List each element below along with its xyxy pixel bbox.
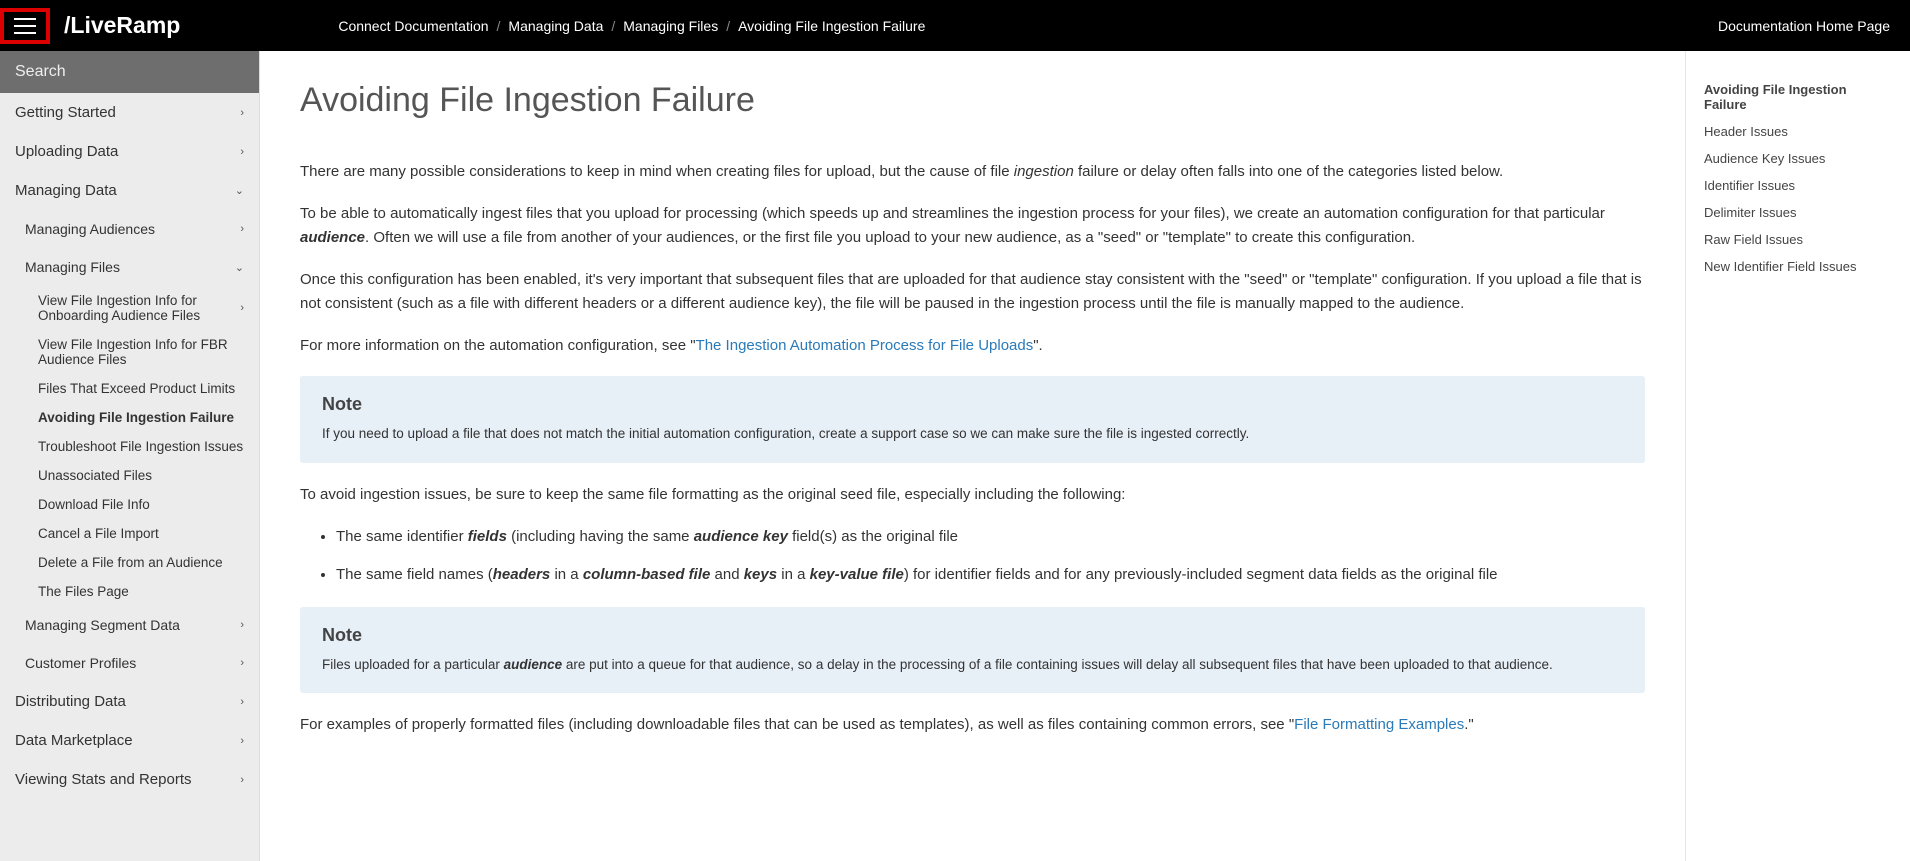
sidebar-item-label: View File Ingestion Info for Onboarding … bbox=[38, 293, 240, 323]
chevron-right-icon: › bbox=[240, 146, 244, 158]
main-content: Avoiding File Ingestion Failure There ar… bbox=[260, 51, 1685, 861]
sidebar: Search Getting Started›Uploading Data›Ma… bbox=[0, 51, 260, 861]
sidebar-item[interactable]: Viewing Stats and Reports › bbox=[0, 760, 259, 799]
sidebar-item-label: Troubleshoot File Ingestion Issues bbox=[38, 439, 243, 454]
sidebar-item[interactable]: Cancel a File Import bbox=[0, 519, 259, 548]
chevron-right-icon: › bbox=[240, 223, 244, 235]
page-title: Avoiding File Ingestion Failure bbox=[300, 81, 1645, 120]
sidebar-item[interactable]: Distributing Data › bbox=[0, 682, 259, 721]
chevron-down-icon: ⌄ bbox=[235, 261, 244, 274]
sidebar-item[interactable]: Unassociated Files bbox=[0, 461, 259, 490]
breadcrumb-sep: / bbox=[497, 18, 501, 34]
hamburger-menu-icon[interactable] bbox=[14, 18, 36, 34]
breadcrumb: Connect Documentation / Managing Data / … bbox=[338, 18, 925, 34]
sidebar-item-label: Avoiding File Ingestion Failure bbox=[38, 410, 234, 425]
sidebar-item-label: Unassociated Files bbox=[38, 468, 152, 483]
toc-item[interactable]: Avoiding File Ingestion Failure bbox=[1704, 76, 1882, 118]
toc-item[interactable]: Audience Key Issues bbox=[1704, 145, 1882, 172]
paragraph: For examples of properly formatted files… bbox=[300, 713, 1645, 737]
sidebar-item-label: The Files Page bbox=[38, 584, 129, 599]
sidebar-item[interactable]: Files That Exceed Product Limits bbox=[0, 374, 259, 403]
hamburger-highlight bbox=[0, 8, 50, 44]
sidebar-item[interactable]: Managing Audiences › bbox=[0, 210, 259, 248]
sidebar-item[interactable]: View File Ingestion Info for FBR Audienc… bbox=[0, 330, 259, 374]
breadcrumb-sep: / bbox=[726, 18, 730, 34]
inline-link[interactable]: File Formatting Examples bbox=[1294, 716, 1464, 733]
sidebar-item[interactable]: Managing Files ⌄ bbox=[0, 248, 259, 286]
sidebar-item-label: Cancel a File Import bbox=[38, 526, 159, 541]
note-title: Note bbox=[322, 625, 1623, 646]
sidebar-item[interactable]: The Files Page bbox=[0, 577, 259, 606]
sidebar-item-label: Getting Started bbox=[15, 104, 116, 121]
chevron-right-icon: › bbox=[240, 657, 244, 669]
note-body: If you need to upload a file that does n… bbox=[322, 423, 1623, 445]
toc-item[interactable]: New Identifier Field Issues bbox=[1704, 253, 1882, 280]
chevron-right-icon: › bbox=[240, 774, 244, 786]
sidebar-item-label: Uploading Data bbox=[15, 143, 118, 160]
breadcrumb-sep: / bbox=[611, 18, 615, 34]
toc-item[interactable]: Header Issues bbox=[1704, 118, 1882, 145]
top-header: /LiveRamp Connect Documentation / Managi… bbox=[0, 0, 1910, 51]
note-box: Note If you need to upload a file that d… bbox=[300, 376, 1645, 463]
sidebar-item-label: Delete a File from an Audience bbox=[38, 555, 223, 570]
sidebar-item[interactable]: Troubleshoot File Ingestion Issues bbox=[0, 432, 259, 461]
layout: Search Getting Started›Uploading Data›Ma… bbox=[0, 51, 1910, 861]
sidebar-item-label: Files That Exceed Product Limits bbox=[38, 381, 235, 396]
toc-item[interactable]: Delimiter Issues bbox=[1704, 199, 1882, 226]
paragraph: To avoid ingestion issues, be sure to ke… bbox=[300, 483, 1645, 507]
toc-item[interactable]: Raw Field Issues bbox=[1704, 226, 1882, 253]
breadcrumb-item[interactable]: Managing Files bbox=[623, 18, 718, 34]
chevron-right-icon: › bbox=[240, 107, 244, 119]
bullet-list: The same identifier fields (including ha… bbox=[300, 525, 1645, 587]
chevron-right-icon: › bbox=[240, 696, 244, 708]
sidebar-item-label: Customer Profiles bbox=[25, 655, 136, 671]
note-box: Note Files uploaded for a particular aud… bbox=[300, 607, 1645, 694]
sidebar-item[interactable]: Data Marketplace › bbox=[0, 721, 259, 760]
note-body: Files uploaded for a particular audience… bbox=[322, 654, 1623, 676]
breadcrumb-item[interactable]: Managing Data bbox=[508, 18, 603, 34]
breadcrumb-item[interactable]: Avoiding File Ingestion Failure bbox=[738, 18, 925, 34]
chevron-right-icon: › bbox=[240, 735, 244, 747]
sidebar-item[interactable]: Getting Started › bbox=[0, 93, 259, 132]
note-title: Note bbox=[322, 394, 1623, 415]
logo[interactable]: /LiveRamp bbox=[64, 12, 180, 39]
chevron-right-icon: › bbox=[240, 302, 244, 314]
chevron-right-icon: › bbox=[240, 619, 244, 631]
sidebar-item[interactable]: Uploading Data › bbox=[0, 132, 259, 171]
table-of-contents: Avoiding File Ingestion FailureHeader Is… bbox=[1685, 51, 1900, 861]
paragraph: For more information on the automation c… bbox=[300, 334, 1645, 358]
paragraph: Once this configuration has been enabled… bbox=[300, 268, 1645, 316]
sidebar-item-label: Viewing Stats and Reports bbox=[15, 771, 192, 788]
list-item: The same field names (headers in a colum… bbox=[336, 563, 1645, 587]
sidebar-item-label: View File Ingestion Info for FBR Audienc… bbox=[38, 337, 244, 367]
sidebar-item-label: Data Marketplace bbox=[15, 732, 133, 749]
sidebar-item[interactable]: Delete a File from an Audience bbox=[0, 548, 259, 577]
sidebar-item[interactable]: Customer Profiles › bbox=[0, 644, 259, 682]
sidebar-item[interactable]: Managing Segment Data › bbox=[0, 606, 259, 644]
breadcrumb-item[interactable]: Connect Documentation bbox=[338, 18, 488, 34]
toc-item[interactable]: Identifier Issues bbox=[1704, 172, 1882, 199]
sidebar-item-label: Managing Data bbox=[15, 182, 117, 199]
sidebar-item-label: Managing Files bbox=[25, 259, 120, 275]
list-item: The same identifier fields (including ha… bbox=[336, 525, 1645, 549]
chevron-down-icon: ⌄ bbox=[235, 184, 244, 197]
doc-home-link[interactable]: Documentation Home Page bbox=[1718, 18, 1890, 34]
paragraph: To be able to automatically ingest files… bbox=[300, 202, 1645, 250]
search-input[interactable]: Search bbox=[0, 51, 259, 93]
paragraph: There are many possible considerations t… bbox=[300, 160, 1645, 184]
inline-link[interactable]: The Ingestion Automation Process for Fil… bbox=[696, 337, 1034, 354]
sidebar-item[interactable]: Managing Data ⌄ bbox=[0, 171, 259, 210]
sidebar-item-label: Managing Segment Data bbox=[25, 617, 180, 633]
sidebar-item[interactable]: View File Ingestion Info for Onboarding … bbox=[0, 286, 259, 330]
sidebar-item-label: Managing Audiences bbox=[25, 221, 155, 237]
sidebar-item[interactable]: Download File Info bbox=[0, 490, 259, 519]
sidebar-item-label: Distributing Data bbox=[15, 693, 126, 710]
sidebar-item-label: Download File Info bbox=[38, 497, 150, 512]
sidebar-item[interactable]: Avoiding File Ingestion Failure bbox=[0, 403, 259, 432]
